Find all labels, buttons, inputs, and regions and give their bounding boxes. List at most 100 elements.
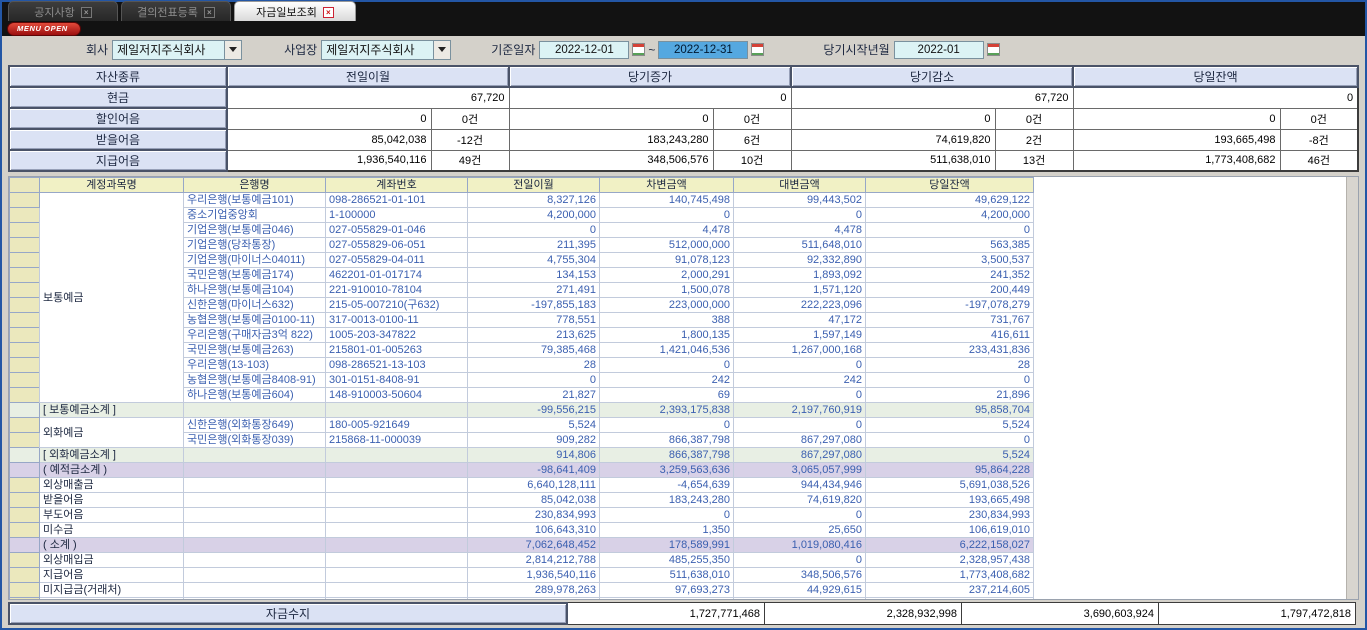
- bank-name-cell: 신한은행(외화통장649): [184, 418, 326, 433]
- row-selector-cell[interactable]: [10, 223, 40, 238]
- amount-cell: 1,893,092: [734, 268, 866, 283]
- amount-cell: 6,640,128,111: [468, 478, 600, 493]
- table-row: ( 예적금소계 )-98,641,4093,259,563,6363,065,0…: [10, 463, 1034, 478]
- summary-count-cell: 49건: [431, 150, 509, 171]
- row-selector-cell[interactable]: [10, 193, 40, 208]
- chevron-down-icon[interactable]: [433, 41, 450, 59]
- amount-cell: 242: [600, 373, 734, 388]
- tab-결의전표등록[interactable]: 결의전표등록×: [121, 1, 231, 21]
- row-selector-cell[interactable]: [10, 373, 40, 388]
- row-selector-cell[interactable]: [10, 403, 40, 418]
- amount-cell: 866,387,798: [600, 448, 734, 463]
- amount-cell: 28: [468, 358, 600, 373]
- company-value: 제일저지주식회사: [113, 41, 224, 58]
- account-number-cell: [326, 463, 468, 478]
- bank-name-cell: 중소기업중앙회: [184, 208, 326, 223]
- asset-type-cell: 현금: [9, 87, 227, 108]
- close-icon[interactable]: ×: [204, 7, 215, 18]
- bank-name-cell: [184, 493, 326, 508]
- amount-cell: 0: [866, 433, 1034, 448]
- row-selector-cell[interactable]: [10, 358, 40, 373]
- row-selector-cell[interactable]: [10, 598, 40, 601]
- row-selector-cell[interactable]: [10, 493, 40, 508]
- close-icon[interactable]: ×: [323, 7, 334, 18]
- base-date-from-input[interactable]: [539, 41, 629, 59]
- row-selector-cell[interactable]: [10, 418, 40, 433]
- amount-cell: 95,864,228: [866, 463, 1034, 478]
- summary-column-header: 당기감소: [791, 66, 1073, 87]
- site-select[interactable]: 제일저지주식회사: [321, 40, 451, 60]
- row-selector-cell[interactable]: [10, 478, 40, 493]
- row-selector-cell[interactable]: [10, 433, 40, 448]
- calendar-icon[interactable]: [632, 43, 645, 56]
- row-selector-cell[interactable]: [10, 583, 40, 598]
- period-start-input[interactable]: [894, 41, 984, 59]
- amount-cell: 200,449: [866, 283, 1034, 298]
- row-selector-cell[interactable]: [10, 268, 40, 283]
- bank-name-cell: [184, 553, 326, 568]
- tab-공지사항[interactable]: 공지사항 ×: [8, 1, 118, 21]
- row-selector-cell[interactable]: [10, 508, 40, 523]
- amount-cell: 230,834,993: [468, 508, 600, 523]
- tab-자금일보조회[interactable]: 자금일보조회×: [234, 1, 356, 21]
- row-selector-cell[interactable]: [10, 538, 40, 553]
- account-group-cell: 외화예금: [40, 418, 184, 448]
- empty-cell: [40, 598, 184, 601]
- chevron-down-icon[interactable]: [224, 41, 241, 59]
- fund-balance-label: 자금수지: [8, 602, 568, 625]
- amount-cell: 2,393,175,838: [600, 403, 734, 418]
- amount-cell: 0: [734, 208, 866, 223]
- amount-cell: 416,611: [866, 328, 1034, 343]
- amount-cell: 0: [468, 223, 600, 238]
- period-start-label: 당기시작년월: [823, 41, 889, 58]
- bank-name-cell: [184, 403, 326, 418]
- account-number-cell: [326, 508, 468, 523]
- table-row: [ 보통예금소계 ]-99,556,2152,393,175,8382,197,…: [10, 403, 1034, 418]
- account-name-cell: 부도어음: [40, 508, 184, 523]
- row-selector-cell[interactable]: [10, 523, 40, 538]
- row-selector-cell[interactable]: [10, 448, 40, 463]
- account-number-cell: [326, 553, 468, 568]
- bank-name-cell: [184, 523, 326, 538]
- bank-name-cell: 기업은행(보통예금046): [184, 223, 326, 238]
- detail-column-header: 대변금액: [734, 178, 866, 193]
- amount-cell: 0: [866, 373, 1034, 388]
- summary-count-cell: 46건: [1280, 150, 1358, 171]
- row-selector-cell[interactable]: [10, 298, 40, 313]
- summary-header-row: 자산종류전일이월당기증가당기감소당일잔액: [9, 66, 1358, 87]
- summary-count-cell: 6건: [713, 129, 791, 150]
- calendar-icon[interactable]: [751, 43, 764, 56]
- amount-cell: 4,200,000: [468, 208, 600, 223]
- calendar-icon[interactable]: [987, 43, 1000, 56]
- bank-name-cell: 기업은행(당좌통장): [184, 238, 326, 253]
- row-selector-cell[interactable]: [10, 388, 40, 403]
- vertical-scrollbar[interactable]: [1346, 177, 1358, 599]
- row-selector-cell[interactable]: [10, 343, 40, 358]
- amount-cell: 778,551: [468, 313, 600, 328]
- row-selector-cell[interactable]: [10, 283, 40, 298]
- table-row: 미지급금(거래처)289,978,26397,693,27344,929,615…: [10, 583, 1034, 598]
- summary-column-header: 자산종류: [9, 66, 227, 87]
- amount-cell: 85,042,038: [468, 493, 600, 508]
- summary-count-cell: -12건: [431, 129, 509, 150]
- row-selector-cell[interactable]: [10, 553, 40, 568]
- close-icon[interactable]: ×: [81, 7, 92, 18]
- company-select[interactable]: 제일저지주식회사: [112, 40, 242, 60]
- row-selector-cell[interactable]: [10, 238, 40, 253]
- row-selector-cell[interactable]: [10, 328, 40, 343]
- detail-column-header: 당일잔액: [866, 178, 1034, 193]
- row-selector-cell[interactable]: [10, 463, 40, 478]
- row-selector-cell[interactable]: [10, 568, 40, 583]
- bank-name-cell: [184, 448, 326, 463]
- amount-cell: 0: [734, 418, 866, 433]
- row-selector-cell[interactable]: [10, 253, 40, 268]
- tab-label: 공지사항: [34, 4, 74, 20]
- account-name-cell: 미지급금(거래처): [40, 583, 184, 598]
- row-selector-cell[interactable]: [10, 313, 40, 328]
- menu-open-button[interactable]: MENU OPEN: [7, 22, 81, 36]
- base-date-to-input[interactable]: [658, 41, 748, 59]
- account-group-cell: 보통예금: [40, 193, 184, 403]
- amount-cell: 211,395: [468, 238, 600, 253]
- summary-amount-cell: 0: [1073, 108, 1280, 129]
- row-selector-cell[interactable]: [10, 208, 40, 223]
